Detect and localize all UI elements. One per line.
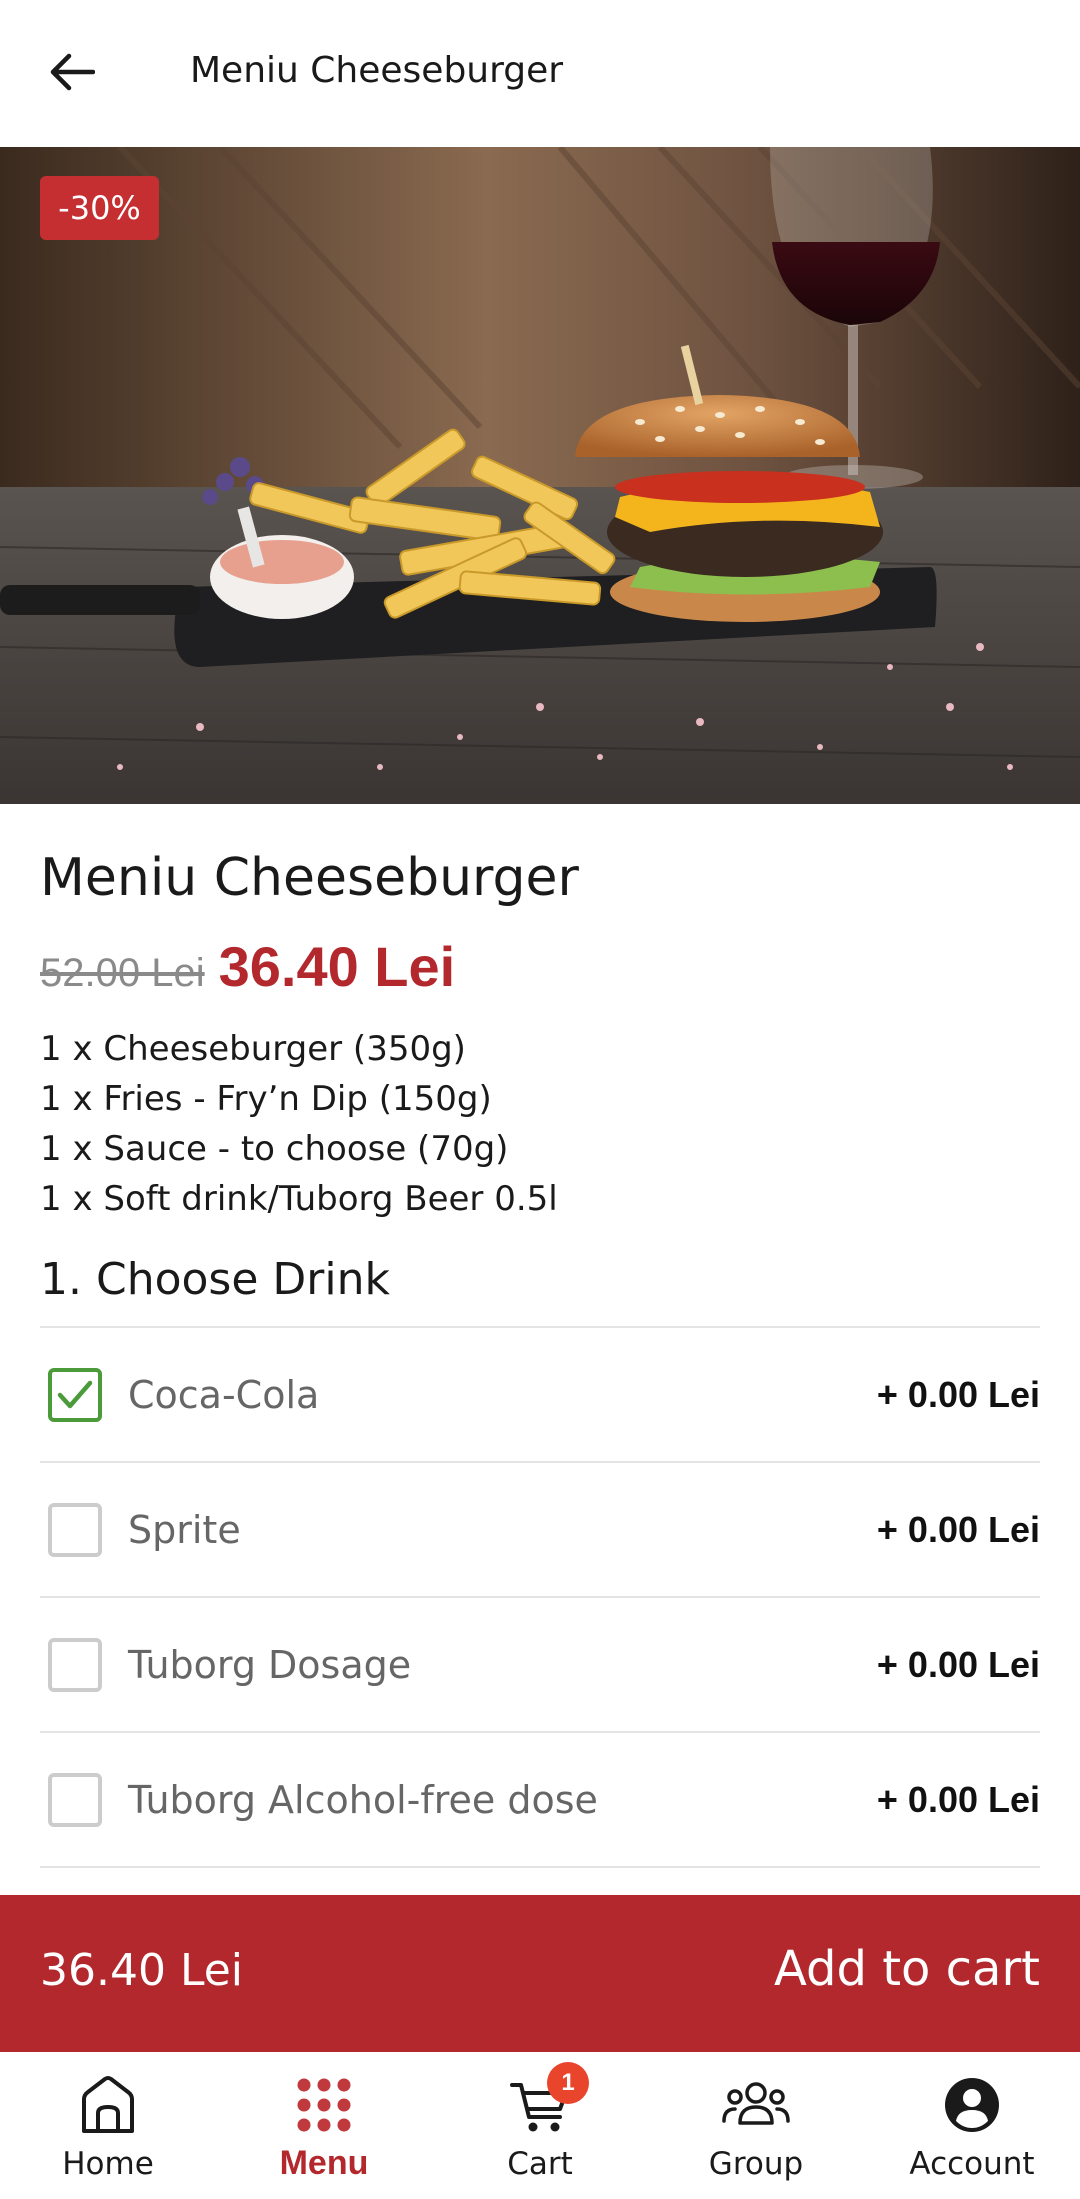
description-line: 1 x Cheeseburger (350g) [40, 1029, 466, 1069]
add-to-cart-button[interactable]: Add to cart [774, 1941, 1040, 1997]
nav-item-group[interactable]: Group [648, 2052, 864, 2199]
new-price: 36.40 Lei [218, 935, 456, 998]
product-description: 1 x Cheeseburger (350g) 1 x Fries - Fry’… [40, 1024, 558, 1224]
cart-count-badge: 1 [547, 2062, 589, 2104]
back-button[interactable] [40, 40, 104, 104]
nav-item-cart[interactable]: 1 Cart [432, 2052, 648, 2199]
grid-dots-icon [289, 2070, 359, 2140]
option-label: Sprite [128, 1507, 241, 1552]
product-title: Meniu Cheeseburger [40, 848, 579, 908]
description-line: 1 x Fries - Fry’n Dip (150g) [40, 1079, 492, 1119]
add-to-cart-bar[interactable]: 36.40 Lei Add to cart [0, 1895, 1080, 2052]
nav-item-account[interactable]: Account [864, 2052, 1080, 2199]
drink-option-coca-cola[interactable]: Coca-Cola + 0.00 Lei [40, 1328, 1040, 1463]
drink-option-sprite[interactable]: Sprite + 0.00 Lei [40, 1463, 1040, 1598]
header-title: Meniu Cheeseburger [190, 50, 564, 91]
option-price: + 0.00 Lei [876, 1643, 1040, 1685]
price-row: 52.00 Lei 36.40 Lei [40, 934, 455, 999]
nav-label: Home [62, 2146, 154, 2182]
option-label: Coca-Cola [128, 1372, 320, 1417]
nav-label: Account [909, 2146, 1035, 2182]
product-image: -30% [0, 147, 1080, 804]
discount-badge: -30% [40, 176, 159, 240]
cart-icon: 1 [505, 2062, 589, 2140]
checkbox-unchecked[interactable] [48, 1502, 102, 1557]
nav-item-home[interactable]: Home [0, 2052, 216, 2199]
option-price: + 0.00 Lei [876, 1373, 1040, 1415]
cart-total-price: 36.40 Lei [40, 1945, 243, 1996]
description-line: 1 x Soft drink/Tuborg Beer 0.5l [40, 1179, 558, 1219]
account-icon [937, 2070, 1007, 2140]
checkbox-unchecked[interactable] [48, 1637, 102, 1692]
arrow-left-icon [50, 53, 95, 91]
old-price: 52.00 Lei [40, 951, 205, 995]
checkbox-checked[interactable] [48, 1367, 102, 1422]
checkmark-icon [57, 1380, 93, 1408]
option-price: + 0.00 Lei [876, 1508, 1040, 1550]
drink-option-tuborg-alcohol-free[interactable]: Tuborg Alcohol-free dose + 0.00 Lei [40, 1733, 1040, 1868]
nav-label: Group [708, 2146, 804, 2182]
option-label: Tuborg Alcohol-free dose [128, 1777, 598, 1822]
section-title-drink: 1. Choose Drink [40, 1254, 390, 1305]
nav-label: Menu [279, 2144, 369, 2182]
nav-item-menu[interactable]: Menu [216, 2052, 432, 2199]
drink-option-tuborg-dosage[interactable]: Tuborg Dosage + 0.00 Lei [40, 1598, 1040, 1733]
nav-label: Cart [507, 2146, 573, 2182]
app-header: Meniu Cheeseburger [0, 0, 1080, 147]
option-label: Tuborg Dosage [128, 1642, 412, 1687]
checkbox-unchecked[interactable] [48, 1772, 102, 1827]
drink-options-list: Coca-Cola + 0.00 Lei Sprite + 0.00 Lei T… [40, 1326, 1040, 1868]
bottom-nav: Home Menu 1 Cart Group Account [0, 2052, 1080, 2199]
home-icon [73, 2070, 143, 2140]
group-icon [721, 2070, 791, 2140]
option-price: + 0.00 Lei [876, 1778, 1040, 1820]
description-line: 1 x Sauce - to choose (70g) [40, 1129, 509, 1169]
